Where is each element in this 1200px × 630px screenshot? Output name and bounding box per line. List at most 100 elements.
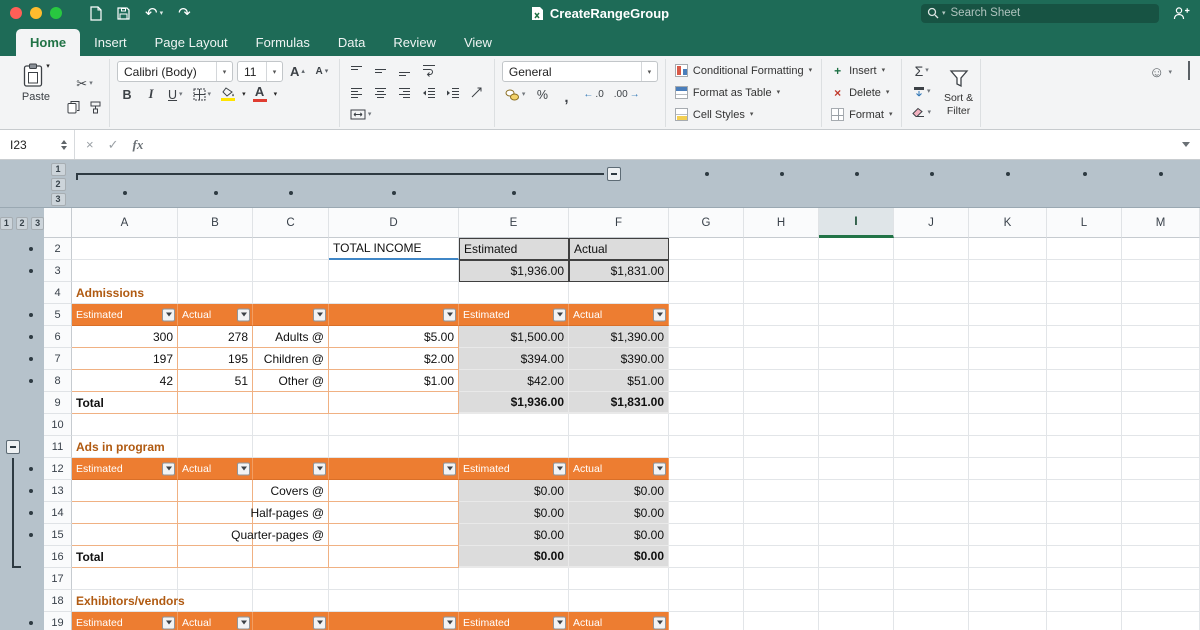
- cell-J14[interactable]: [894, 502, 969, 524]
- cell-J11[interactable]: [894, 436, 969, 458]
- cell-I12[interactable]: [819, 458, 894, 480]
- cell-E9[interactable]: $1,936.00: [459, 392, 569, 414]
- cell-B5[interactable]: Actual: [178, 304, 253, 326]
- autosum-button[interactable]: Σ ▾: [909, 61, 934, 80]
- cell-H14[interactable]: [744, 502, 819, 524]
- cell-F16[interactable]: $0.00: [569, 546, 669, 568]
- column-outline-level-3[interactable]: 3: [51, 193, 66, 206]
- cell-K4[interactable]: [969, 282, 1047, 304]
- align-middle-button[interactable]: [371, 61, 391, 80]
- cell-L18[interactable]: [1047, 590, 1122, 612]
- cell-B18[interactable]: [178, 590, 253, 612]
- cell-I19[interactable]: [819, 612, 894, 630]
- cell-J3[interactable]: [894, 260, 969, 282]
- column-outline-level-1[interactable]: 1: [51, 163, 66, 176]
- cell-G15[interactable]: [669, 524, 744, 546]
- cell-G6[interactable]: [669, 326, 744, 348]
- cell-G18[interactable]: [669, 590, 744, 612]
- cell-E15[interactable]: $0.00: [459, 524, 569, 546]
- tab-page-layout[interactable]: Page Layout: [141, 29, 242, 56]
- decrease-font-size-button[interactable]: A▾: [312, 62, 332, 81]
- format-cells-button[interactable]: Format ▾: [829, 105, 894, 124]
- row-header-14[interactable]: 14: [44, 502, 72, 524]
- cell-J17[interactable]: [894, 568, 969, 590]
- cell-D3[interactable]: [329, 260, 459, 282]
- cell-C13[interactable]: Covers @: [253, 480, 329, 502]
- cell-I13[interactable]: [819, 480, 894, 502]
- cell-E18[interactable]: [459, 590, 569, 612]
- tab-review[interactable]: Review: [379, 29, 450, 56]
- cell-M7[interactable]: [1122, 348, 1200, 370]
- cell-G10[interactable]: [669, 414, 744, 436]
- cell-B11[interactable]: [178, 436, 253, 458]
- cell-L11[interactable]: [1047, 436, 1122, 458]
- cell-K10[interactable]: [969, 414, 1047, 436]
- cell-L15[interactable]: [1047, 524, 1122, 546]
- cell-D19[interactable]: [329, 612, 459, 630]
- increase-decimal-button[interactable]: ←.0: [580, 85, 606, 104]
- cell-B4[interactable]: [178, 282, 253, 304]
- cell-F17[interactable]: [569, 568, 669, 590]
- cell-G12[interactable]: [669, 458, 744, 480]
- cell-L2[interactable]: [1047, 238, 1122, 260]
- cell-J15[interactable]: [894, 524, 969, 546]
- filter-dropdown-C19[interactable]: [313, 616, 326, 629]
- cell-L6[interactable]: [1047, 326, 1122, 348]
- cell-B14[interactable]: [178, 502, 253, 524]
- cell-A7[interactable]: 197: [72, 348, 178, 370]
- cell-L7[interactable]: [1047, 348, 1122, 370]
- cell-B6[interactable]: 278: [178, 326, 253, 348]
- sort-filter-button[interactable]: Sort & Filter: [944, 61, 973, 125]
- cell-C2[interactable]: [253, 238, 329, 260]
- cell-L4[interactable]: [1047, 282, 1122, 304]
- cell-C3[interactable]: [253, 260, 329, 282]
- cell-E5[interactable]: Estimated: [459, 304, 569, 326]
- undo-dropdown-icon[interactable]: ▾: [160, 10, 164, 17]
- format-as-table-button[interactable]: Format as Table ▾: [673, 83, 814, 102]
- cell-D4[interactable]: [329, 282, 459, 304]
- collapse-columns-button[interactable]: [607, 167, 621, 181]
- cell-M17[interactable]: [1122, 568, 1200, 590]
- column-header-K[interactable]: K: [969, 208, 1047, 238]
- cell-D5[interactable]: [329, 304, 459, 326]
- cell-B13[interactable]: [178, 480, 253, 502]
- cell-A12[interactable]: Estimated: [72, 458, 178, 480]
- cell-H3[interactable]: [744, 260, 819, 282]
- cell-B17[interactable]: [178, 568, 253, 590]
- filter-dropdown-D12[interactable]: [443, 462, 456, 475]
- cell-C8[interactable]: Other @: [253, 370, 329, 392]
- column-header-I[interactable]: I: [819, 208, 894, 238]
- name-box-stepper[interactable]: [61, 140, 67, 150]
- cell-B12[interactable]: Actual: [178, 458, 253, 480]
- cell-G17[interactable]: [669, 568, 744, 590]
- paste-dropdown-icon[interactable]: ▾: [46, 63, 50, 70]
- cell-F3[interactable]: $1,831.00: [569, 260, 669, 282]
- cell-L17[interactable]: [1047, 568, 1122, 590]
- cell-K7[interactable]: [969, 348, 1047, 370]
- cell-K11[interactable]: [969, 436, 1047, 458]
- cell-F12[interactable]: Actual: [569, 458, 669, 480]
- column-header-G[interactable]: G: [669, 208, 744, 238]
- cell-L3[interactable]: [1047, 260, 1122, 282]
- column-header-H[interactable]: H: [744, 208, 819, 238]
- filter-dropdown-D5[interactable]: [443, 308, 456, 321]
- number-format-dropdown-icon[interactable]: ▾: [641, 62, 657, 81]
- cell-H18[interactable]: [744, 590, 819, 612]
- row-outline-level-3[interactable]: 3: [31, 217, 44, 230]
- merge-center-button[interactable]: ▾: [347, 105, 375, 124]
- column-header-B[interactable]: B: [178, 208, 253, 238]
- borders-button[interactable]: ▾: [190, 85, 215, 104]
- cell-M19[interactable]: [1122, 612, 1200, 630]
- row-header-13[interactable]: 13: [44, 480, 72, 502]
- cell-D6[interactable]: $5.00: [329, 326, 459, 348]
- column-header-F[interactable]: F: [569, 208, 669, 238]
- cell-G7[interactable]: [669, 348, 744, 370]
- cell-B8[interactable]: 51: [178, 370, 253, 392]
- cell-L14[interactable]: [1047, 502, 1122, 524]
- cell-A15[interactable]: [72, 524, 178, 546]
- row-outline-level-2[interactable]: 2: [16, 217, 29, 230]
- redo-button[interactable]: ↷: [178, 6, 191, 21]
- cell-D18[interactable]: [329, 590, 459, 612]
- cell-I6[interactable]: [819, 326, 894, 348]
- enter-button[interactable]: ✓: [101, 137, 126, 153]
